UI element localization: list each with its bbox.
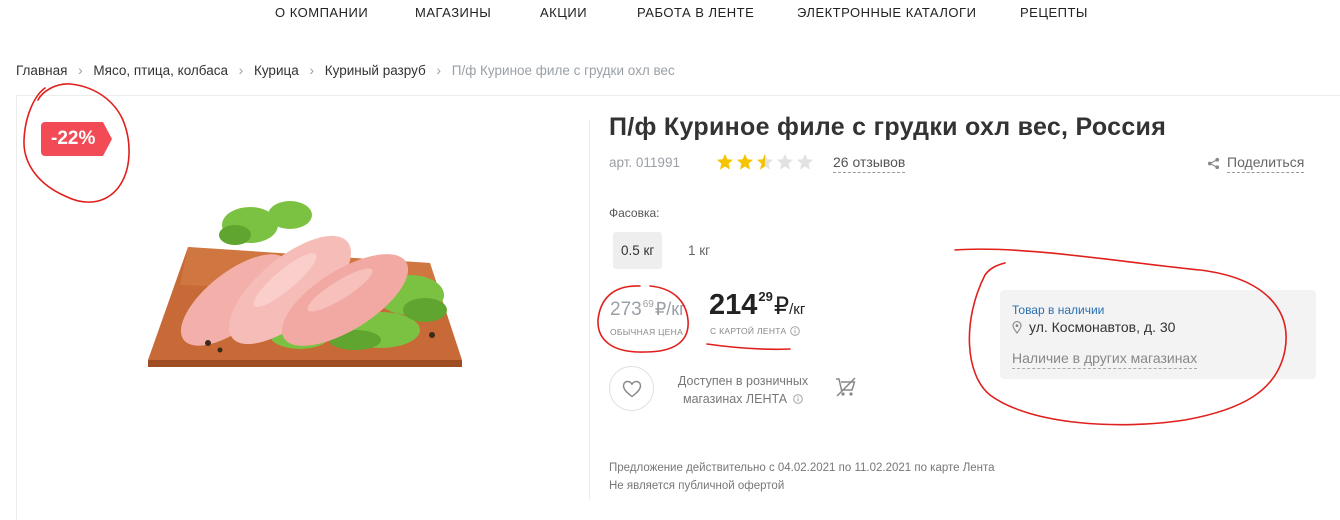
regular-price-fraction: 69 [642,299,654,310]
nav-item-recipes[interactable]: РЕЦЕПТЫ [1020,5,1088,20]
nav-item-promotions[interactable]: АКЦИИ [540,5,587,20]
breadcrumb-current: П/ф Куриное филе с грудки охл вес [451,62,675,78]
share-icon [1207,157,1220,170]
nav-item-careers[interactable]: РАБОТА В ЛЕНТЕ [637,5,754,20]
card-price-currency-symbol: ₽ [773,293,790,320]
breadcrumb: Главная › Мясо, птица, колбаса › Курица … [16,62,675,78]
card-price: 21429₽/кг [709,289,805,322]
store-address: ул. Космонавтов, д. 30 [1012,319,1175,335]
star-icon [736,153,754,170]
star-empty-icon [776,153,794,170]
store-address-text: ул. Космонавтов, д. 30 [1029,319,1176,335]
regular-price: 27369₽/кг [610,299,686,321]
cart-disabled-icon[interactable] [834,376,858,398]
breadcrumb-chicken-cuts[interactable]: Куриный разруб [325,63,426,78]
star-icon [716,153,734,170]
chevron-right-icon: › [78,62,83,78]
packing-option-0-5kg[interactable]: 0.5 кг [613,232,663,269]
reviews-link[interactable]: 26 отзывов [833,154,906,173]
card-price-currency: ₽/кг [774,293,805,320]
favorite-button[interactable] [609,366,654,411]
info-icon[interactable] [790,326,801,336]
product-image [148,201,462,367]
star-half-icon [756,153,774,170]
breadcrumb-chicken[interactable]: Курица [254,63,299,78]
share-button[interactable]: Поделиться [1207,154,1305,173]
packing-label: Фасовка: [609,206,660,220]
top-navigation: О КОМПАНИИ МАГАЗИНЫ АКЦИИ РАБОТА В ЛЕНТЕ… [0,0,1340,28]
card-price-per-unit: /кг [789,301,806,318]
card-price-integer: 214 [709,289,758,321]
availability-line-2: магазинах ЛЕНТА [682,392,788,406]
heart-icon [622,380,641,397]
location-pin-icon [1012,320,1022,334]
chevron-right-icon: › [238,62,244,78]
chevron-right-icon: › [436,62,442,78]
card-price-caption-row: С КАРТОЙ ЛЕНТА [710,326,801,336]
share-label: Поделиться [1227,154,1305,173]
breadcrumb-home[interactable]: Главная [16,63,67,78]
packing-option-1kg[interactable]: 1 кг [680,232,718,269]
stock-status: Товар в наличии [1012,303,1105,317]
star-empty-icon [796,153,814,170]
product-title: П/ф Куриное филе с грудки охл вес, Росси… [609,113,1167,141]
card-price-fraction: 29 [758,289,773,304]
card-price-caption: С КАРТОЙ ЛЕНТА [710,326,787,336]
availability-note: Доступен в розничных магазинах ЛЕНТА [668,372,818,408]
breadcrumb-meat[interactable]: Мясо, птица, колбаса [93,63,228,78]
chevron-right-icon: › [309,62,315,78]
nav-item-stores[interactable]: МАГАЗИНЫ [415,5,491,20]
regular-price-unit: ₽/кг [654,299,686,319]
article-number: арт. 011991 [609,155,680,170]
info-icon[interactable] [793,394,803,404]
column-divider [589,120,590,500]
nav-item-catalogs[interactable]: ЭЛЕКТРОННЫЕ КАТАЛОГИ [797,5,976,20]
nav-item-about[interactable]: О КОМПАНИИ [275,5,368,20]
other-stores-link[interactable]: Наличие в других магазинах [1012,350,1198,369]
discount-badge: -22% [41,122,113,156]
regular-price-integer: 273 [610,299,642,320]
regular-price-caption: ОБЫЧНАЯ ЦЕНА [610,327,684,337]
rating-stars [716,153,814,171]
offer-disclaimer: Не является публичной офертой [609,480,785,492]
availability-line-1: Доступен в розничных [677,374,809,388]
offer-validity: Предложение действительно с 04.02.2021 п… [609,462,995,474]
